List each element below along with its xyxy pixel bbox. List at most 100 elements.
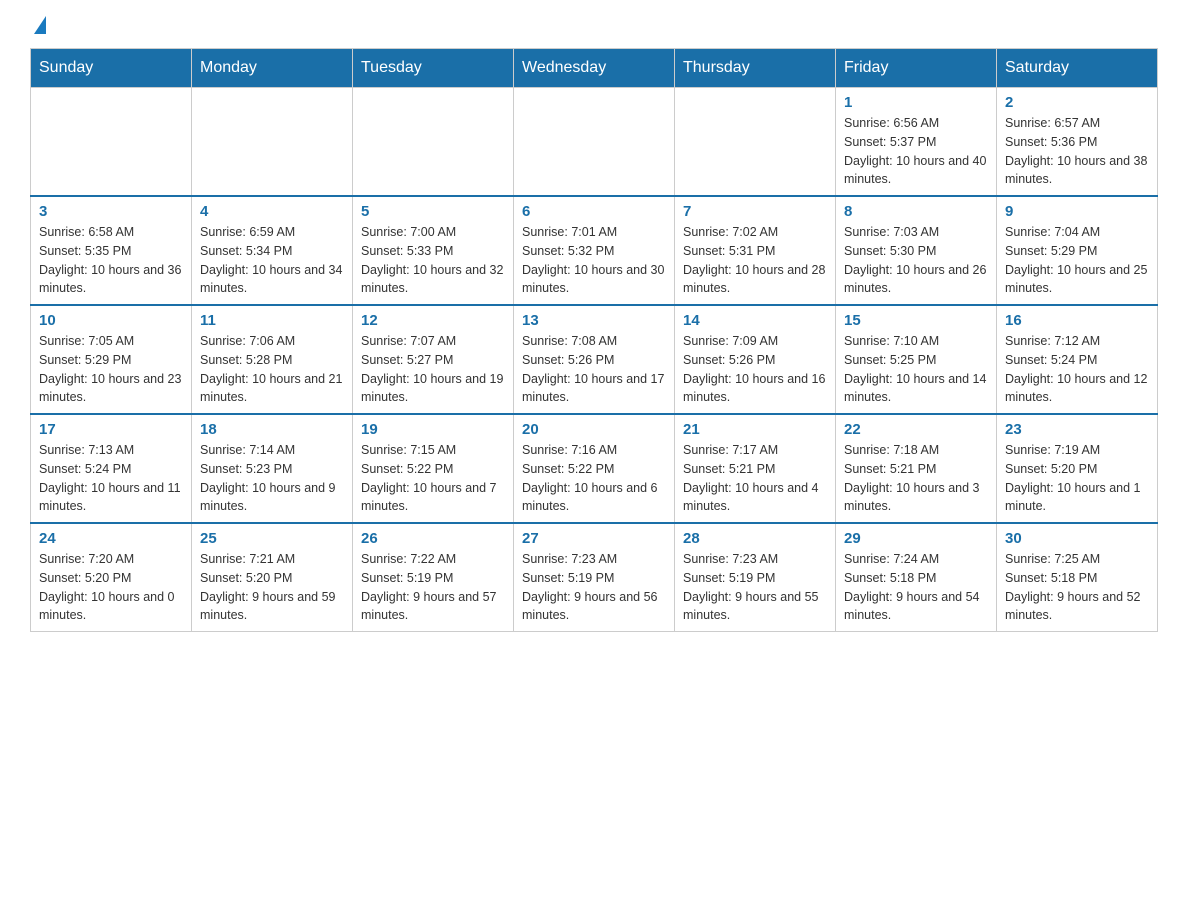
calendar-cell bbox=[353, 88, 514, 197]
week-row-3: 10 Sunrise: 7:05 AMSunset: 5:29 PMDayligh… bbox=[31, 305, 1158, 414]
week-row-1: 1 Sunrise: 6:56 AMSunset: 5:37 PMDaylight… bbox=[31, 88, 1158, 197]
calendar-cell bbox=[514, 88, 675, 197]
day-info: Sunrise: 7:06 AMSunset: 5:28 PMDaylight:… bbox=[200, 332, 344, 407]
day-number: 19 bbox=[361, 421, 505, 438]
calendar-cell: 21 Sunrise: 7:17 AMSunset: 5:21 PMDayligh… bbox=[675, 414, 836, 523]
weekday-header-sunday: Sunday bbox=[31, 49, 192, 88]
day-number: 1 bbox=[844, 94, 988, 111]
day-info: Sunrise: 7:22 AMSunset: 5:19 PMDaylight:… bbox=[361, 550, 505, 625]
day-number: 20 bbox=[522, 421, 666, 438]
calendar-cell: 30 Sunrise: 7:25 AMSunset: 5:18 PMDayligh… bbox=[997, 523, 1158, 632]
day-number: 28 bbox=[683, 530, 827, 547]
day-info: Sunrise: 7:04 AMSunset: 5:29 PMDaylight:… bbox=[1005, 223, 1149, 298]
day-info: Sunrise: 7:00 AMSunset: 5:33 PMDaylight:… bbox=[361, 223, 505, 298]
week-row-5: 24 Sunrise: 7:20 AMSunset: 5:20 PMDayligh… bbox=[31, 523, 1158, 632]
day-info: Sunrise: 7:14 AMSunset: 5:23 PMDaylight:… bbox=[200, 441, 344, 516]
calendar-cell: 29Sunrise: 7:24 AMSunset: 5:18 PMDayligh… bbox=[836, 523, 997, 632]
day-number: 14 bbox=[683, 312, 827, 329]
day-info: Sunrise: 7:25 AMSunset: 5:18 PMDaylight:… bbox=[1005, 550, 1149, 625]
day-info: Sunrise: 7:12 AMSunset: 5:24 PMDaylight:… bbox=[1005, 332, 1149, 407]
calendar-cell: 11 Sunrise: 7:06 AMSunset: 5:28 PMDayligh… bbox=[192, 305, 353, 414]
day-number: 23 bbox=[1005, 421, 1149, 438]
day-number: 18 bbox=[200, 421, 344, 438]
calendar-cell: 15 Sunrise: 7:10 AMSunset: 5:25 PMDayligh… bbox=[836, 305, 997, 414]
day-number: 13 bbox=[522, 312, 666, 329]
weekday-header-friday: Friday bbox=[836, 49, 997, 88]
day-number: 6 bbox=[522, 203, 666, 220]
day-info: Sunrise: 7:18 AMSunset: 5:21 PMDaylight:… bbox=[844, 441, 988, 516]
day-info: Sunrise: 7:23 AMSunset: 5:19 PMDaylight:… bbox=[683, 550, 827, 625]
calendar-cell: 28 Sunrise: 7:23 AMSunset: 5:19 PMDayligh… bbox=[675, 523, 836, 632]
day-number: 22 bbox=[844, 421, 988, 438]
day-number: 16 bbox=[1005, 312, 1149, 329]
day-number: 9 bbox=[1005, 203, 1149, 220]
day-info: Sunrise: 7:15 AMSunset: 5:22 PMDaylight:… bbox=[361, 441, 505, 516]
calendar-cell: 19 Sunrise: 7:15 AMSunset: 5:22 PMDayligh… bbox=[353, 414, 514, 523]
calendar-table: SundayMondayTuesdayWednesdayThursdayFrid… bbox=[30, 48, 1158, 632]
day-number: 11 bbox=[200, 312, 344, 329]
week-row-2: 3 Sunrise: 6:58 AMSunset: 5:35 PMDaylight… bbox=[31, 196, 1158, 305]
day-info: Sunrise: 7:01 AMSunset: 5:32 PMDaylight:… bbox=[522, 223, 666, 298]
calendar-cell: 14 Sunrise: 7:09 AMSunset: 5:26 PMDayligh… bbox=[675, 305, 836, 414]
calendar-cell bbox=[192, 88, 353, 197]
day-number: 26 bbox=[361, 530, 505, 547]
day-info: Sunrise: 7:17 AMSunset: 5:21 PMDaylight:… bbox=[683, 441, 827, 516]
calendar-cell: 16 Sunrise: 7:12 AMSunset: 5:24 PMDayligh… bbox=[997, 305, 1158, 414]
day-info: Sunrise: 7:19 AMSunset: 5:20 PMDaylight:… bbox=[1005, 441, 1149, 516]
calendar-cell: 20 Sunrise: 7:16 AMSunset: 5:22 PMDayligh… bbox=[514, 414, 675, 523]
calendar-cell: 5 Sunrise: 7:00 AMSunset: 5:33 PMDaylight… bbox=[353, 196, 514, 305]
calendar-cell: 23 Sunrise: 7:19 AMSunset: 5:20 PMDayligh… bbox=[997, 414, 1158, 523]
calendar-cell: 27Sunrise: 7:23 AMSunset: 5:19 PMDayligh… bbox=[514, 523, 675, 632]
calendar-cell: 22 Sunrise: 7:18 AMSunset: 5:21 PMDayligh… bbox=[836, 414, 997, 523]
weekday-header-saturday: Saturday bbox=[997, 49, 1158, 88]
day-info: Sunrise: 6:58 AMSunset: 5:35 PMDaylight:… bbox=[39, 223, 183, 298]
day-info: Sunrise: 6:56 AMSunset: 5:37 PMDaylight:… bbox=[844, 114, 988, 189]
weekday-header-monday: Monday bbox=[192, 49, 353, 88]
day-number: 12 bbox=[361, 312, 505, 329]
calendar-cell: 12 Sunrise: 7:07 AMSunset: 5:27 PMDayligh… bbox=[353, 305, 514, 414]
day-info: Sunrise: 7:21 AMSunset: 5:20 PMDaylight:… bbox=[200, 550, 344, 625]
day-info: Sunrise: 7:09 AMSunset: 5:26 PMDaylight:… bbox=[683, 332, 827, 407]
calendar-cell: 24 Sunrise: 7:20 AMSunset: 5:20 PMDayligh… bbox=[31, 523, 192, 632]
week-row-4: 17Sunrise: 7:13 AMSunset: 5:24 PMDayligh… bbox=[31, 414, 1158, 523]
day-number: 21 bbox=[683, 421, 827, 438]
day-number: 30 bbox=[1005, 530, 1149, 547]
calendar-cell: 7Sunrise: 7:02 AMSunset: 5:31 PMDaylight… bbox=[675, 196, 836, 305]
day-info: Sunrise: 7:03 AMSunset: 5:30 PMDaylight:… bbox=[844, 223, 988, 298]
day-info: Sunrise: 7:08 AMSunset: 5:26 PMDaylight:… bbox=[522, 332, 666, 407]
calendar-cell: 9 Sunrise: 7:04 AMSunset: 5:29 PMDaylight… bbox=[997, 196, 1158, 305]
calendar-cell bbox=[31, 88, 192, 197]
calendar-cell bbox=[675, 88, 836, 197]
calendar-cell: 25Sunrise: 7:21 AMSunset: 5:20 PMDayligh… bbox=[192, 523, 353, 632]
logo-triangle-icon bbox=[34, 16, 46, 34]
day-info: Sunrise: 7:16 AMSunset: 5:22 PMDaylight:… bbox=[522, 441, 666, 516]
logo bbox=[30, 20, 46, 38]
day-info: Sunrise: 7:23 AMSunset: 5:19 PMDaylight:… bbox=[522, 550, 666, 625]
day-number: 3 bbox=[39, 203, 183, 220]
calendar-cell: 8 Sunrise: 7:03 AMSunset: 5:30 PMDaylight… bbox=[836, 196, 997, 305]
calendar-cell: 17Sunrise: 7:13 AMSunset: 5:24 PMDayligh… bbox=[31, 414, 192, 523]
day-info: Sunrise: 7:07 AMSunset: 5:27 PMDaylight:… bbox=[361, 332, 505, 407]
day-info: Sunrise: 6:59 AMSunset: 5:34 PMDaylight:… bbox=[200, 223, 344, 298]
day-number: 7 bbox=[683, 203, 827, 220]
day-number: 15 bbox=[844, 312, 988, 329]
day-info: Sunrise: 6:57 AMSunset: 5:36 PMDaylight:… bbox=[1005, 114, 1149, 189]
day-number: 5 bbox=[361, 203, 505, 220]
day-info: Sunrise: 7:24 AMSunset: 5:18 PMDaylight:… bbox=[844, 550, 988, 625]
day-number: 4 bbox=[200, 203, 344, 220]
day-info: Sunrise: 7:20 AMSunset: 5:20 PMDaylight:… bbox=[39, 550, 183, 625]
day-info: Sunrise: 7:10 AMSunset: 5:25 PMDaylight:… bbox=[844, 332, 988, 407]
calendar-cell: 2 Sunrise: 6:57 AMSunset: 5:36 PMDaylight… bbox=[997, 88, 1158, 197]
calendar-cell: 3 Sunrise: 6:58 AMSunset: 5:35 PMDaylight… bbox=[31, 196, 192, 305]
day-number: 10 bbox=[39, 312, 183, 329]
day-number: 24 bbox=[39, 530, 183, 547]
weekday-header-tuesday: Tuesday bbox=[353, 49, 514, 88]
calendar-cell: 18 Sunrise: 7:14 AMSunset: 5:23 PMDayligh… bbox=[192, 414, 353, 523]
weekday-header-row: SundayMondayTuesdayWednesdayThursdayFrid… bbox=[31, 49, 1158, 88]
calendar-cell: 1 Sunrise: 6:56 AMSunset: 5:37 PMDaylight… bbox=[836, 88, 997, 197]
day-number: 2 bbox=[1005, 94, 1149, 111]
day-info: Sunrise: 7:05 AMSunset: 5:29 PMDaylight:… bbox=[39, 332, 183, 407]
day-number: 17 bbox=[39, 421, 183, 438]
day-number: 8 bbox=[844, 203, 988, 220]
calendar-cell: 6 Sunrise: 7:01 AMSunset: 5:32 PMDaylight… bbox=[514, 196, 675, 305]
